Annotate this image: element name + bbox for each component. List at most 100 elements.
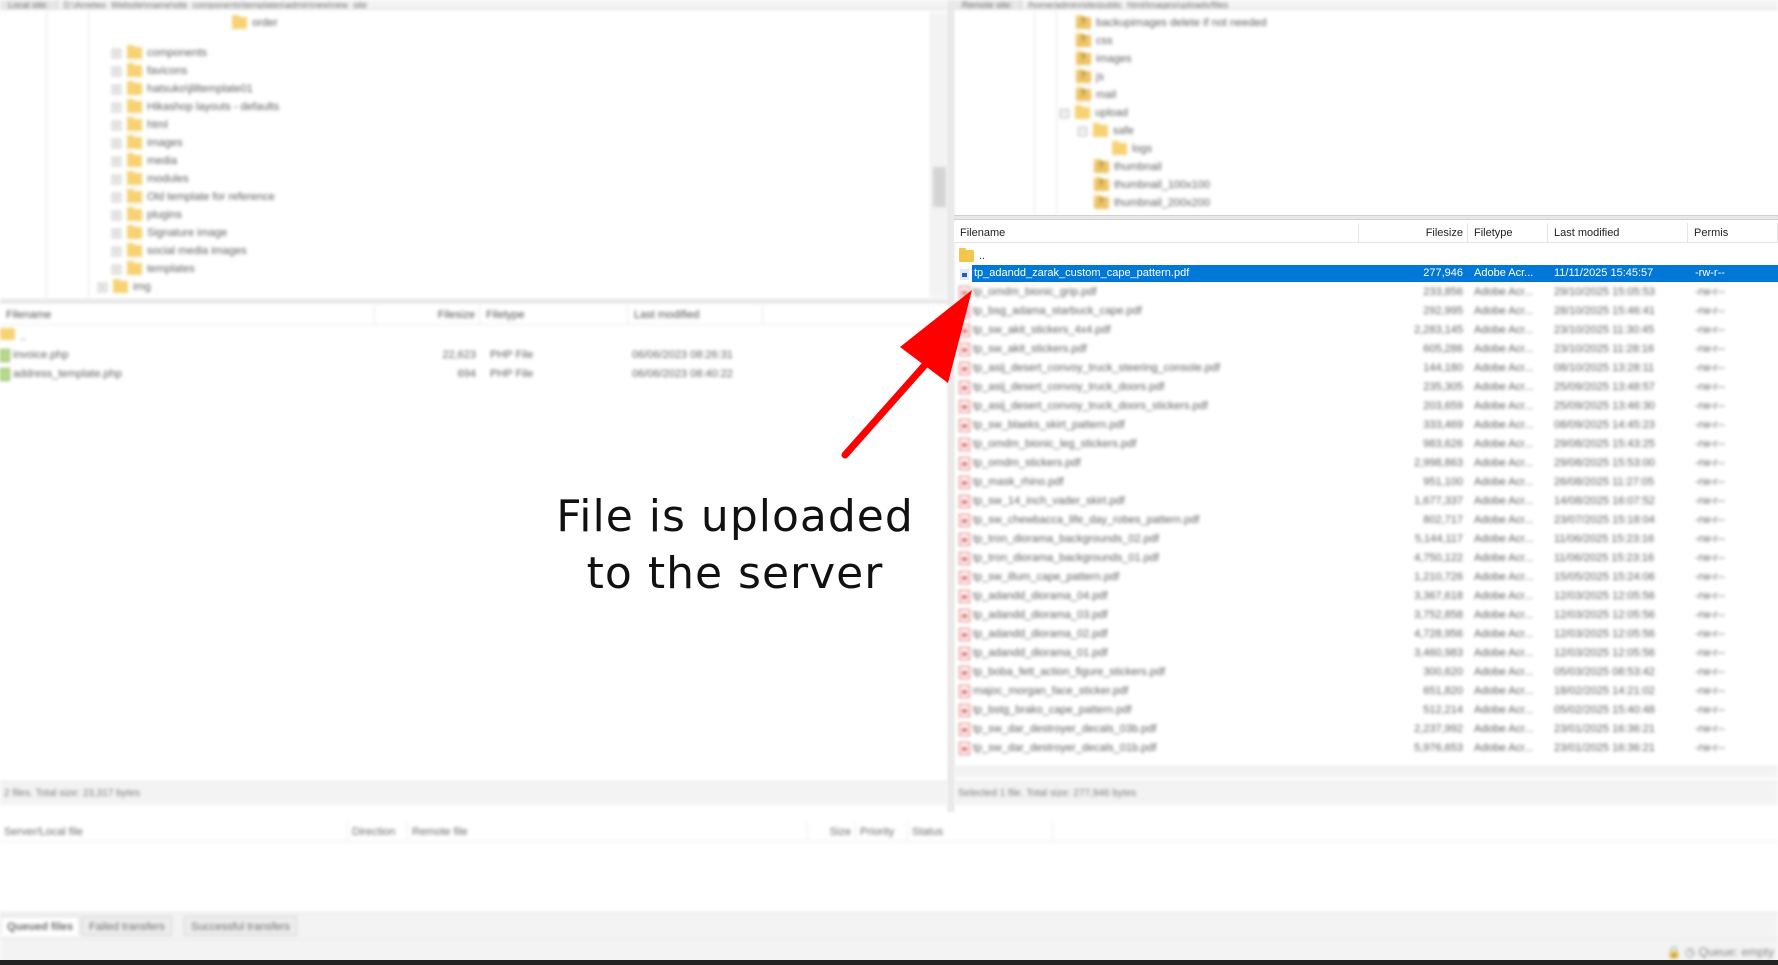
remote-selected-file-row[interactable]: tp_adandd_zarak_custom_cape_pattern.pdf … [956,265,1778,282]
remote-file-row[interactable]: tp_tron_diorama_backgrounds_02.pdf 5,144,… [954,531,1778,548]
remote-file-list[interactable]: .. tp_adandd_zarak_custom_cape_pattern.p… [954,245,1778,765]
expand-toggle-icon[interactable]: + [112,120,121,130]
remote-file-row[interactable]: tp_asij_desert_convoy_truck_doors.pdf 235… [954,379,1778,396]
expand-toggle-icon[interactable]: + [112,48,121,58]
remote-file-row[interactable]: tp_sw_dar_destroyer_decals_03b.pdf 2,237,… [954,721,1778,738]
expand-toggle-icon[interactable]: + [112,174,121,184]
remote-col-modified[interactable]: Last modified [1548,223,1688,243]
tree-item[interactable]: + modules [112,171,189,186]
tree-item[interactable]: css [1076,33,1113,48]
local-file-row[interactable]: .. [0,328,948,345]
remote-file-row[interactable]: tp_adandd_diorama_03.pdf 3,752,858 Adobe A… [954,607,1778,624]
local-file-row[interactable]: address_template.php 694 PHP File 06/06/202… [0,366,948,383]
remote-parent-row[interactable]: .. [954,247,1778,264]
remote-file-row[interactable]: tp_sw_14_inch_vader_skirt.pdf 1,677,337 Ad… [954,493,1778,510]
local-col-filesize[interactable]: Filesize [375,305,480,325]
collapse-toggle-icon[interactable]: − [1078,126,1087,136]
remote-file-row[interactable]: tp_adandd_diorama_02.pdf 4,728,956 Adobe A… [954,626,1778,643]
tree-item[interactable]: thumbnail_100x100 [1094,177,1210,192]
remote-path-input[interactable]: /home/admin/site/public_html/images/uplo… [1022,0,1229,9]
tree-item[interactable]: mail [1076,87,1116,102]
tree-item[interactable]: + images [112,135,182,150]
remote-file-row[interactable]: tp_adandd_diorama_01.pdf 3,460,983 Adobe A… [954,645,1778,662]
local-col-filename[interactable]: Filename [0,305,375,325]
expand-toggle-icon[interactable]: + [112,246,121,256]
remote-file-row[interactable]: tp_tron_diorama_backgrounds_01.pdf 4,750,… [954,550,1778,567]
remote-col-permissions[interactable]: Permis [1688,223,1778,243]
expand-toggle-icon[interactable]: + [112,102,121,112]
expand-toggle-icon[interactable]: + [112,138,121,148]
remote-file-row[interactable]: tp_sw_akit_stickers.pdf 605,286 Adobe Acr.… [954,341,1778,358]
remote-file-row[interactable]: tp_sw_chewbacca_life_day_robes_pattern.p… [954,512,1778,529]
remote-col-filetype[interactable]: Filetype [1468,223,1548,243]
tree-item[interactable]: thumbnail [1094,159,1162,174]
remote-file-row[interactable]: tp_sw_dar_destroyer_decals_01b.pdf 5,976,… [954,740,1778,757]
tree-item[interactable]: + img [98,279,151,294]
remote-splitter[interactable] [954,215,1778,220]
queue-col-direction[interactable]: Direction [348,822,408,842]
local-splitter[interactable] [0,299,948,304]
queue-col-remote[interactable]: Remote file [408,822,808,842]
expand-toggle-icon[interactable]: + [112,66,121,76]
tree-item[interactable]: + social media images [112,243,247,258]
remote-file-row[interactable]: tp_asij_desert_convoy_truck_doors_sticke… [954,398,1778,415]
tree-item[interactable]: + html [112,117,168,132]
tree-item[interactable]: backupimages delete if not needed [1076,15,1267,30]
tree-item[interactable]: − safe [1078,123,1134,138]
remote-col-filesize[interactable]: Filesize [1359,223,1468,243]
tree-item[interactable]: + Hikashop layouts - defaults [112,99,279,114]
local-tree-scrollbar[interactable] [930,12,948,297]
tree-item[interactable]: + templates [112,261,195,276]
remote-file-row[interactable]: tp_omdm_bionic_grip.pdf 233,856 Adobe Acr.… [954,284,1778,301]
expand-toggle-icon[interactable]: + [112,210,121,220]
expand-toggle-icon[interactable]: + [112,156,121,166]
expand-toggle-icon[interactable]: + [112,192,121,202]
remote-file-row[interactable]: tp_sw_blaeks_skirt_pattern.pdf 333,469 Ado… [954,417,1778,434]
tree-item[interactable]: + hatsuko\jliltemplate01 [112,81,253,96]
queue-col-status[interactable]: Status [908,822,1053,842]
tree-item[interactable]: thumbnail_200x200 [1094,195,1210,210]
local-col-modified[interactable]: Last modified [628,305,763,325]
remote-file-row[interactable]: tp_bstg_brako_cape_pattern.pdf 512,214 Ado… [954,702,1778,719]
collapse-toggle-icon[interactable]: − [1060,108,1069,118]
expand-toggle-icon[interactable]: + [112,228,121,238]
tab-queued-files[interactable]: Queued files [0,916,81,936]
queue-col-priority[interactable]: Priority [856,822,908,842]
tree-item[interactable]: js [1076,69,1104,84]
local-path-input[interactable]: D:\Ameteo_Website\mame\site_components\t… [58,0,367,9]
expand-toggle-icon[interactable]: + [112,264,121,274]
queue-col-local[interactable]: Server/Local file [0,822,348,842]
tree-item[interactable]: logs [1112,141,1152,156]
tab-successful-transfers[interactable]: Successful transfers [184,916,298,936]
file-name: invoice.php [13,349,69,361]
tree-item[interactable]: + plugins [112,207,182,222]
tree-item[interactable]: + media [112,153,177,168]
remote-file-row[interactable]: tp_bsg_adama_starbuck_cape.pdf 292,995 Ado… [954,303,1778,320]
tree-item[interactable]: + Old template for reference [112,189,275,204]
expand-toggle-icon[interactable]: + [98,282,107,292]
remote-col-filename[interactable]: Filename [954,223,1359,243]
local-file-row[interactable]: invoice.php 22,623 PHP File 06/06/2023 08:2… [0,347,948,364]
remote-file-row[interactable]: tp_omdm_bionic_leg_stickers.pdf 983,626 Ad… [954,436,1778,453]
tree-item[interactable]: order [232,15,278,30]
remote-file-row[interactable]: tp_sw_illum_cape_pattern.pdf 1,210,726 Ado… [954,569,1778,586]
remote-file-row[interactable]: tp_sw_akit_stickers_4x4.pdf 2,283,145 Adob… [954,322,1778,339]
tree-item[interactable]: images [1076,51,1131,66]
tree-item[interactable]: − upload [1060,105,1128,120]
queue-col-size[interactable]: Size [808,822,856,842]
remote-file-row[interactable]: tp_asij_desert_convoy_truck_steering_con… [954,360,1778,377]
expand-toggle-icon[interactable]: + [112,84,121,94]
remote-file-row[interactable]: tp_adandd_diorama_04.pdf 3,367,618 Adobe A… [954,588,1778,605]
tree-item[interactable]: + favicons [112,63,187,78]
local-col-filetype[interactable]: Filetype [480,305,628,325]
remote-file-row[interactable]: tp_boba_fett_action_figure_stickers.pdf 3… [954,664,1778,681]
tree-item[interactable]: + components [112,45,207,60]
local-directory-tree[interactable]: order + components + favicons + hatsuko\jlilte… [0,12,930,297]
remote-horizontal-scrollbar[interactable] [954,766,1778,778]
remote-file-row[interactable]: tp_omdm_stickers.pdf 2,998,863 Adobe Acr..… [954,455,1778,472]
remote-file-row[interactable]: majoc_morgan_face_sticker.pdf 651,820 Adob… [954,683,1778,700]
tree-item[interactable]: + Signature image [112,225,227,240]
tab-failed-transfers[interactable]: Failed transfers [82,916,172,936]
remote-directory-tree[interactable]: backupimages delete if not needed css imag… [954,12,1778,215]
remote-file-row[interactable]: tp_mask_rhino.pdf 951,100 Adobe Acr... 26/0… [954,474,1778,491]
